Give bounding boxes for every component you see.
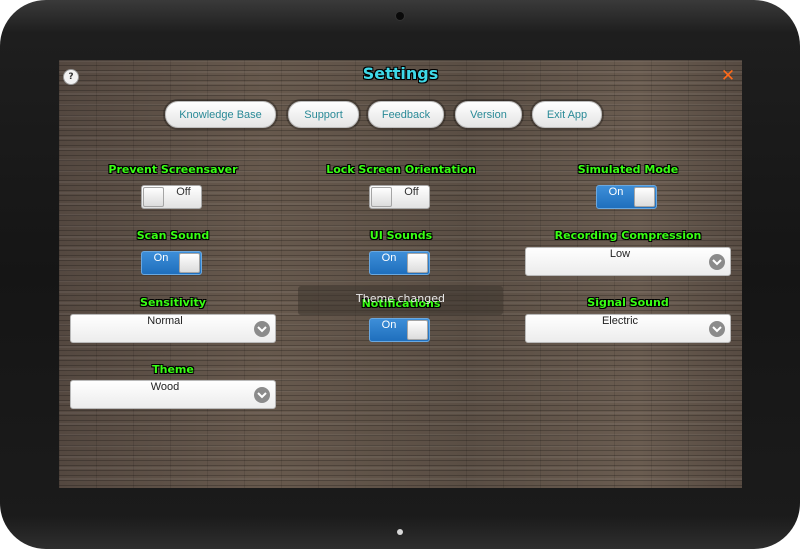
version-button[interactable]: Version [455,101,522,128]
toggle-knob [407,253,428,273]
lock-orientation-label: Lock Screen Orientation [326,163,476,176]
toggle-knob [179,253,200,273]
select-value: Low [609,248,631,260]
chevron-down-icon [254,321,270,337]
front-camera [396,12,404,20]
exit-app-button[interactable]: Exit App [532,101,602,128]
tablet-frame: ? Settings ✕ Knowledge Base Support Feed… [0,0,800,549]
select-value: Normal [147,315,183,327]
ui-sounds-toggle[interactable]: On [369,251,430,275]
select-value: Wood [150,381,180,393]
sensitivity-select[interactable]: Normal [70,314,276,343]
toggle-state: On [381,319,397,331]
sensitivity-label: Sensitivity [140,296,206,309]
toggle-state: On [153,252,169,264]
theme-select[interactable]: Wood [70,380,276,409]
toggle-knob [407,320,428,340]
scan-sound-toggle[interactable]: On [141,251,202,275]
toggle-state: Off [404,186,419,198]
select-value: Electric [601,315,639,327]
toggle-knob [371,187,392,207]
close-icon[interactable]: ✕ [720,68,736,85]
theme-label: Theme [152,363,194,376]
simulated-mode-toggle[interactable]: On [596,185,657,209]
toggle-knob [634,187,655,207]
toggle-state: On [608,186,624,198]
prevent-screensaver-toggle[interactable]: Off [141,185,202,209]
scan-sound-label: Scan Sound [136,229,210,242]
recording-compression-label: Recording Compression [554,229,702,242]
notifications-toggle[interactable]: On [369,318,430,342]
prevent-screensaver-label: Prevent Screensaver [108,163,238,176]
toggle-state: Off [176,186,191,198]
recording-compression-select[interactable]: Low [525,247,731,276]
knowledge-base-button[interactable]: Knowledge Base [165,101,276,128]
simulated-mode-label: Simulated Mode [577,163,679,176]
toggle-knob [143,187,164,207]
feedback-button[interactable]: Feedback [368,101,444,128]
page-title: Settings [362,64,439,83]
chevron-down-icon [709,254,725,270]
settings-screen: ? Settings ✕ Knowledge Base Support Feed… [59,60,742,488]
lock-orientation-toggle[interactable]: Off [369,185,430,209]
toast-message: Theme changed [356,292,445,305]
chevron-down-icon [709,321,725,337]
signal-sound-label: Signal Sound [587,296,669,309]
support-button[interactable]: Support [288,101,359,128]
chevron-down-icon [254,387,270,403]
home-indicator [397,529,403,535]
toggle-state: On [381,252,397,264]
ui-sounds-label: UI Sounds [369,229,433,242]
signal-sound-select[interactable]: Electric [525,314,731,343]
